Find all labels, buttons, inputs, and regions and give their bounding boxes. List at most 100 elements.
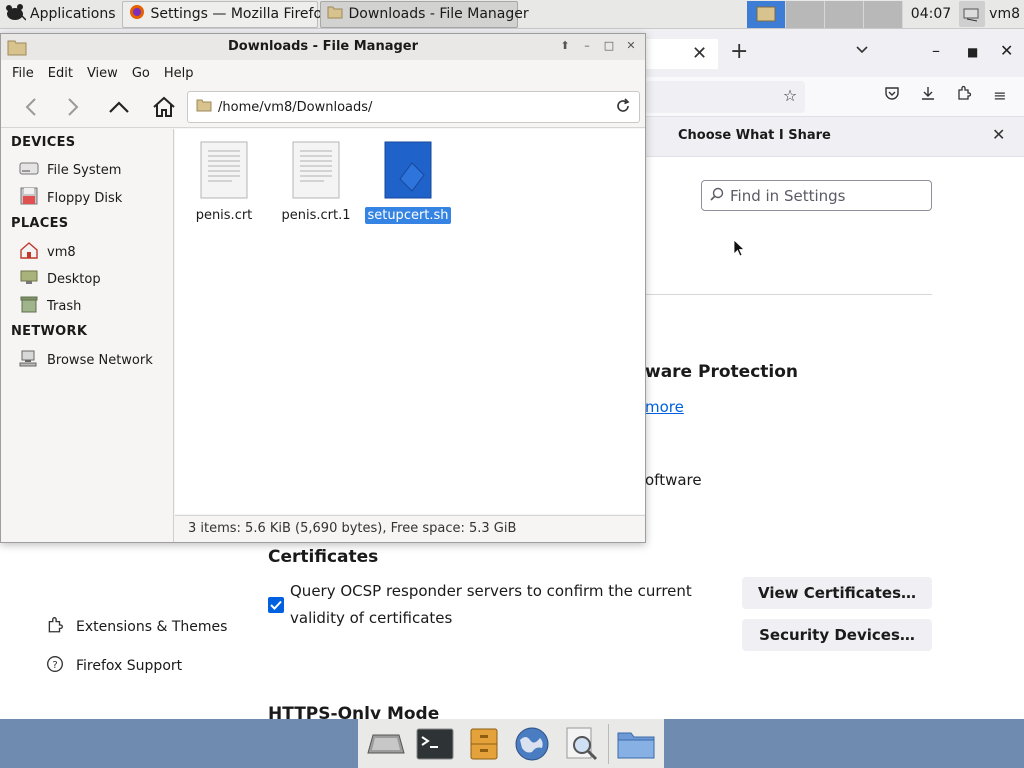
- web-browser-icon[interactable]: [510, 722, 554, 766]
- sidebar-item-label: vm8: [47, 244, 76, 260]
- menu-help[interactable]: Help: [157, 66, 201, 81]
- script-file-icon: [384, 141, 432, 203]
- taskbar-file-manager[interactable]: Downloads - File Manager: [319, 0, 529, 28]
- workspace-3[interactable]: [824, 0, 864, 28]
- new-tab-icon[interactable]: +: [730, 39, 748, 64]
- folder-icon: [327, 5, 343, 23]
- close-tab-icon[interactable]: ✕: [692, 43, 707, 64]
- minimize-icon[interactable]: –: [932, 41, 940, 60]
- home-folder-icon: [19, 241, 39, 263]
- sidebar-item-browse-network[interactable]: Browse Network: [19, 349, 153, 371]
- file-item-selected[interactable]: setupcert.sh: [363, 141, 453, 224]
- floppy-disk-icon: [19, 187, 39, 209]
- taskbar-item-label: Downloads - File Manager: [348, 6, 529, 22]
- close-icon[interactable]: ✕: [992, 125, 1005, 144]
- network-icon[interactable]: [959, 1, 986, 27]
- top-panel: Applications Settings — Mozilla Firefox …: [0, 0, 1024, 29]
- shade-up-icon[interactable]: ⬆: [557, 38, 573, 54]
- window-titlebar[interactable]: Downloads - File Manager ⬆ – □ ✕: [1, 34, 645, 60]
- close-icon[interactable]: ✕: [623, 38, 639, 54]
- workspace-switcher[interactable]: [746, 0, 903, 28]
- sidebar-item-trash[interactable]: Trash: [19, 295, 81, 317]
- applications-label: Applications: [30, 6, 116, 22]
- location-bar[interactable]: /home/vm8/Downloads/: [187, 91, 640, 123]
- section-divider: [645, 294, 932, 295]
- view-certificates-button[interactable]: View Certificates…: [742, 577, 932, 609]
- trash-icon: [19, 295, 39, 317]
- search-icon: [710, 187, 724, 205]
- maximize-icon[interactable]: □: [601, 38, 617, 54]
- side-pane: DEVICES File System Floppy Disk PLACES v…: [1, 129, 174, 542]
- close-window-icon[interactable]: ✕: [1000, 41, 1013, 60]
- file-item[interactable]: penis.crt.1: [271, 141, 361, 224]
- user-menu[interactable]: vm8: [985, 6, 1024, 22]
- file-name: setupcert.sh: [365, 207, 451, 224]
- sidebar-item-firefox-support[interactable]: ? Firefox Support: [46, 655, 182, 677]
- devices-heading: DEVICES: [11, 135, 76, 150]
- window-title: Downloads - File Manager: [227, 39, 419, 54]
- sidebar-item-label: Trash: [47, 298, 82, 314]
- clock[interactable]: 04:07: [903, 6, 959, 22]
- sidebar-item-label: File System: [47, 162, 122, 178]
- bottom-panel: [0, 719, 1024, 768]
- find-in-settings-input[interactable]: Find in Settings: [701, 180, 932, 211]
- applications-menu-button[interactable]: Applications: [0, 0, 122, 29]
- maximize-icon[interactable]: ■: [967, 45, 978, 59]
- text-file-icon: [200, 141, 248, 203]
- help-icon: ?: [46, 655, 64, 677]
- sidebar-item-label: Firefox Support: [76, 658, 183, 674]
- sidebar-item-extensions-themes[interactable]: Extensions & Themes: [46, 616, 227, 638]
- dock-separator: [607, 723, 609, 764]
- file-item[interactable]: penis.crt: [179, 141, 269, 224]
- file-cabinet-icon[interactable]: [462, 722, 506, 766]
- search-placeholder: Find in Settings: [730, 186, 846, 205]
- file-manager-window: Downloads - File Manager ⬆ – □ ✕ File Ed…: [0, 33, 646, 543]
- sidebar-item-file-system[interactable]: File System: [19, 160, 121, 180]
- parent-folder-icon[interactable]: [105, 93, 133, 121]
- ocsp-checkbox-label[interactable]: Query OCSP responder servers to confirm …: [290, 578, 730, 632]
- ocsp-checkbox[interactable]: [268, 597, 284, 613]
- folder-icon[interactable]: [614, 722, 658, 766]
- bookmark-star-icon[interactable]: ☆: [779, 85, 801, 107]
- menu-view[interactable]: View: [80, 66, 125, 81]
- pocket-icon[interactable]: [881, 85, 903, 107]
- reload-icon[interactable]: [615, 98, 631, 118]
- security-devices-button[interactable]: Security Devices…: [742, 619, 932, 651]
- desktop-icon[interactable]: [364, 722, 408, 766]
- file-name: penis.crt: [195, 208, 253, 223]
- home-icon[interactable]: [150, 93, 178, 121]
- forward-arrow-icon[interactable]: [59, 93, 87, 121]
- sidebar-item-vm8[interactable]: vm8: [19, 241, 76, 263]
- minimize-icon[interactable]: –: [579, 38, 595, 54]
- https-only-heading: HTTPS-Only Mode: [268, 704, 440, 719]
- back-arrow-icon[interactable]: [17, 93, 45, 121]
- malware-protection-heading: ware Protection: [645, 362, 798, 382]
- search-magnifier-icon[interactable]: [559, 722, 603, 766]
- xfce-mouse-icon: [4, 2, 27, 26]
- text-file-icon: [292, 141, 340, 203]
- folder-icon: [196, 98, 212, 116]
- menu-file[interactable]: File: [5, 66, 41, 81]
- sidebar-item-label: Desktop: [47, 271, 101, 287]
- workspace-2[interactable]: [785, 0, 825, 28]
- sidebar-item-floppy-disk[interactable]: Floppy Disk: [19, 187, 122, 209]
- desktop-icon: [19, 268, 39, 290]
- file-view[interactable]: penis.crt penis.crt.1 setupcert.sh: [175, 129, 645, 514]
- workspace-1[interactable]: [746, 0, 786, 28]
- sidebar-item-desktop[interactable]: Desktop: [19, 268, 101, 290]
- workspace-4[interactable]: [863, 0, 903, 28]
- hamburger-menu-icon[interactable]: ≡: [989, 85, 1011, 107]
- status-bar: 3 items: 5.6 KiB (5,690 bytes), Free spa…: [175, 515, 645, 542]
- chevron-down-icon[interactable]: [855, 43, 869, 59]
- choose-what-i-share-button[interactable]: Choose What I Share: [670, 125, 839, 149]
- taskbar-firefox-settings[interactable]: Settings — Mozilla Firefox: [121, 0, 330, 28]
- terminal-icon[interactable]: [413, 722, 457, 766]
- menu-go[interactable]: Go: [125, 66, 157, 81]
- downloads-icon[interactable]: [917, 85, 939, 107]
- extensions-icon[interactable]: [953, 85, 975, 107]
- menu-edit[interactable]: Edit: [41, 66, 80, 81]
- location-path: /home/vm8/Downloads/: [218, 99, 373, 115]
- taskbar-item-label: Settings — Mozilla Firefox: [150, 6, 330, 22]
- learn-more-link[interactable]: more: [645, 398, 684, 416]
- malware-option-text: oftware: [645, 471, 702, 489]
